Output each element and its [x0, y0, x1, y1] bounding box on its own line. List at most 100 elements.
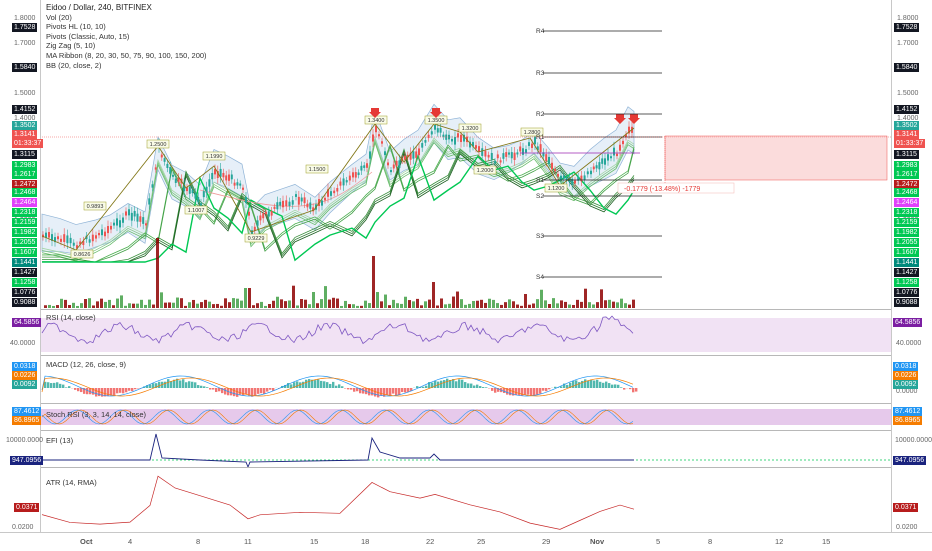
- macd-histogram-bar: [119, 388, 121, 393]
- pane-divider[interactable]: [0, 403, 932, 404]
- atr-label[interactable]: ATR (14, RMA): [46, 478, 97, 487]
- volume-bar: [404, 297, 407, 308]
- macd-histogram-bar: [599, 382, 601, 388]
- volume-bar: [76, 306, 79, 308]
- volume-bar: [392, 300, 395, 308]
- candle-body: [387, 162, 389, 165]
- candle-body: [262, 213, 264, 218]
- candle-body: [522, 148, 524, 155]
- volume-bar: [504, 302, 507, 308]
- swing-label-text: 1.3200: [462, 126, 479, 132]
- macd-histogram-bar: [593, 381, 595, 388]
- volume-bar: [124, 306, 127, 308]
- macd-histogram-bar: [74, 388, 76, 390]
- pane-divider[interactable]: [0, 430, 932, 431]
- volume-bar: [548, 304, 551, 308]
- indicator-pivots-classic[interactable]: Pivots (Classic, Auto, 15): [46, 32, 207, 42]
- candle-body: [481, 148, 483, 156]
- volume-bar: [584, 289, 587, 308]
- macd-histogram-bar: [152, 383, 154, 388]
- macd-histogram-bar: [635, 388, 637, 392]
- candle-body: [169, 167, 171, 174]
- macd-histogram-bar: [266, 388, 268, 392]
- time-label: 8: [708, 537, 712, 546]
- macd-histogram-bar: [572, 381, 574, 388]
- macd-histogram-bar: [260, 388, 262, 393]
- indicator-vol[interactable]: Vol (20): [46, 13, 207, 23]
- indicator-bb[interactable]: BB (20, close, 2): [46, 61, 207, 71]
- candle-body: [282, 201, 284, 207]
- candle-body: [285, 200, 287, 206]
- pane-divider[interactable]: [0, 309, 932, 310]
- candle-body: [48, 232, 50, 238]
- macd-histogram-bar: [473, 386, 475, 388]
- macd-histogram-bar: [617, 385, 619, 388]
- volume-bar: [228, 302, 231, 308]
- macd-histogram-bar: [149, 385, 151, 388]
- macd-histogram-bar: [212, 388, 214, 390]
- swing-label: 1.1990: [203, 152, 225, 160]
- indicator-ma-ribbon[interactable]: MA Ribbon (8, 20, 30, 50, 75, 90, 100, 1…: [46, 51, 207, 61]
- price-tick-left: 1.8000: [14, 15, 35, 22]
- pane-divider[interactable]: [0, 467, 932, 468]
- volume-bar: [620, 299, 623, 308]
- macd-histogram-bar: [200, 386, 202, 388]
- time-label: 25: [477, 537, 485, 546]
- price-tag-right: 1.1982: [894, 228, 919, 237]
- symbol-title[interactable]: Eidoo / Dollar, 240, BITFINEX: [46, 3, 207, 13]
- swing-label-text: 1.1990: [206, 154, 223, 160]
- macd-histogram-bar: [236, 388, 238, 397]
- atr-pane: [42, 476, 634, 529]
- macd-histogram-bar: [452, 379, 454, 388]
- time-label: 29: [542, 537, 550, 546]
- atr-line: [42, 476, 634, 529]
- volume-bar: [436, 305, 439, 308]
- price-tick: 1.7000: [897, 40, 918, 47]
- macd-histogram-bar: [587, 380, 589, 388]
- volume-bar: [564, 302, 567, 308]
- volume-bar: [516, 305, 519, 308]
- macd-histogram-bar: [533, 388, 535, 396]
- candle-body: [242, 188, 244, 190]
- swing-label: 1.1500: [306, 165, 328, 173]
- volume-bar: [492, 300, 495, 308]
- candle-body: [378, 134, 380, 136]
- stoch-rsi-label[interactable]: Stoch RSI (3, 3, 14, 14, close): [46, 410, 146, 419]
- macd-histogram-bar: [584, 379, 586, 388]
- chart-canvas[interactable]: 1.25001.19900.98931.10070.86260.92291.15…: [0, 0, 932, 532]
- macd-histogram-bar: [602, 383, 604, 388]
- candle-body: [475, 145, 477, 148]
- price-tag-left: 1.3115: [12, 150, 37, 159]
- pivot-level-label: S4: [536, 274, 544, 281]
- macd-histogram-bar: [440, 381, 442, 388]
- stoch-rsi-pane: [40, 409, 891, 425]
- indicator-zigzag[interactable]: Zig Zag (5, 10): [46, 41, 207, 51]
- indicator-pivots-hl[interactable]: Pivots HL (10, 10): [46, 22, 207, 32]
- candle-body: [355, 172, 357, 178]
- stoch-tag: 86.8965: [12, 416, 41, 425]
- candle-body: [95, 235, 97, 238]
- efi-label[interactable]: EFI (13): [46, 436, 73, 445]
- macd-histogram-bar: [95, 388, 97, 396]
- pivot-level-label: S3: [536, 233, 544, 240]
- macd-histogram-bar: [56, 382, 58, 388]
- candle-body: [442, 135, 444, 137]
- macd-histogram-bar: [113, 388, 115, 396]
- macd-tag: 0.0318: [12, 362, 37, 371]
- candle-body: [440, 128, 442, 133]
- candle-body: [142, 217, 144, 224]
- rsi-label[interactable]: RSI (14, close): [46, 313, 96, 322]
- volume-bar: [160, 292, 163, 308]
- pane-divider[interactable]: [0, 355, 932, 356]
- macd-histogram-bar: [401, 388, 403, 392]
- macd-label[interactable]: MACD (12, 26, close, 9): [46, 360, 126, 369]
- candle-body: [454, 137, 456, 145]
- time-axis[interactable]: Oct48111518222529Nov581215: [0, 532, 932, 551]
- price-tag-right: 1.1258: [894, 278, 919, 287]
- macd-histogram-bar: [305, 380, 307, 388]
- macd-histogram-bar: [164, 382, 166, 388]
- price-tag-left: 1.1982: [12, 228, 37, 237]
- candle-body: [598, 162, 600, 169]
- candle-body: [519, 146, 521, 151]
- macd-histogram-bar: [614, 384, 616, 388]
